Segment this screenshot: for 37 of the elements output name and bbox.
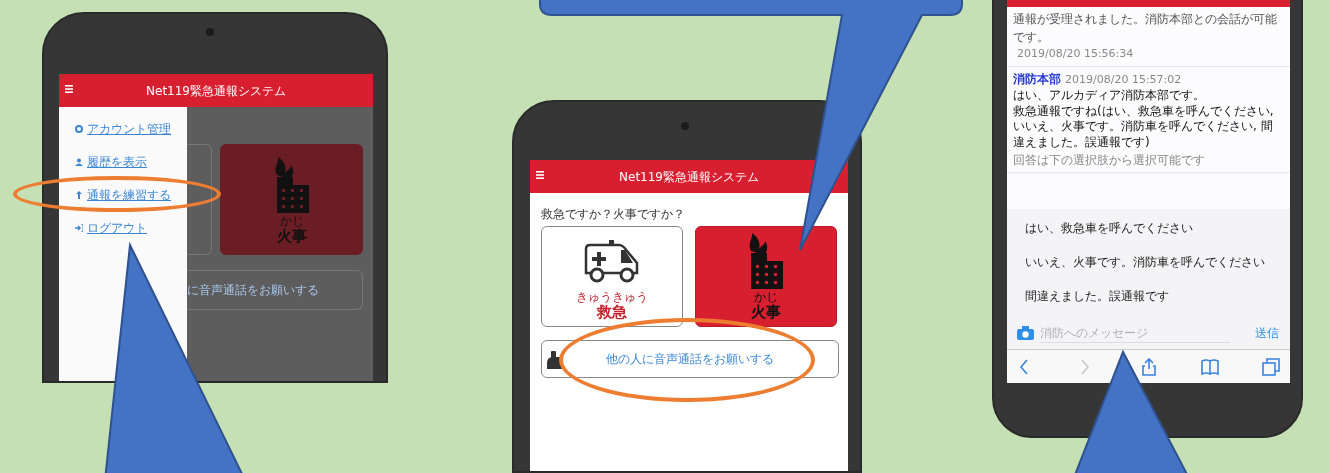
app-title: Net119緊急通報システム bbox=[619, 168, 759, 186]
ambulance-icon bbox=[583, 239, 641, 283]
tabs-icon[interactable] bbox=[1262, 357, 1280, 376]
message-input[interactable]: 消防へのメッセージ bbox=[1040, 323, 1230, 343]
camera-dot bbox=[206, 28, 214, 36]
share-icon[interactable] bbox=[1139, 357, 1158, 376]
menu-icon[interactable] bbox=[536, 171, 544, 179]
message-text: 救急通報ですね(はい、救急車を呼んでください, いいえ、火事です。消防車を呼んでください, 間違えました。誤通報です) bbox=[1013, 103, 1275, 151]
menu-icon[interactable] bbox=[65, 85, 73, 93]
upload-icon bbox=[75, 191, 83, 199]
voice-call-button[interactable]: 他の人に音声通話をお願いする bbox=[541, 340, 839, 378]
camera-dot bbox=[681, 122, 689, 130]
gear-icon bbox=[75, 125, 83, 133]
app-title: Net119緊急通報システム bbox=[146, 82, 286, 100]
sender-name: 消防本部 bbox=[1013, 70, 1061, 88]
ruby-text: かじ bbox=[279, 214, 304, 227]
person-icon bbox=[75, 158, 83, 166]
button-label: 火事 bbox=[276, 226, 307, 245]
system-message: 通報が受理されました。消防本部との会話が可能です。 bbox=[1013, 11, 1278, 46]
fire-button[interactable]: かじ 火事 bbox=[695, 226, 837, 327]
menu-item[interactable]: ログアウト bbox=[75, 219, 147, 237]
book-icon[interactable] bbox=[1200, 357, 1219, 376]
menu-item[interactable]: 通報を練習する bbox=[75, 186, 171, 204]
message-time: 2019/08/20 15:56:34 bbox=[1016, 46, 1135, 62]
choice-option[interactable]: 間違えました。誤通報です bbox=[1025, 287, 1290, 305]
message-text: はい、アルカディア消防本部です。 bbox=[1013, 88, 1206, 104]
menu-item[interactable]: アカウント管理 bbox=[75, 120, 171, 138]
message-time: 2019/08/20 15:57:02 bbox=[1065, 71, 1182, 88]
choice-option[interactable]: はい、救急車を呼んでください bbox=[1025, 219, 1290, 237]
send-button[interactable]: 送信 bbox=[1254, 323, 1280, 343]
menu-item[interactable]: 履歴を表示 bbox=[75, 153, 147, 171]
logout-icon bbox=[75, 224, 83, 232]
ambulance-button[interactable]: きゅうきゅう 救急 bbox=[541, 226, 683, 327]
camera-icon bbox=[1017, 326, 1034, 340]
question-text: 救急ですか？火事ですか？ bbox=[541, 206, 686, 223]
hint-text: 回答は下の選択肢から選択可能です bbox=[1013, 152, 1206, 170]
choice-option[interactable]: いいえ、火事です。消防車を呼んでください bbox=[1025, 253, 1290, 271]
